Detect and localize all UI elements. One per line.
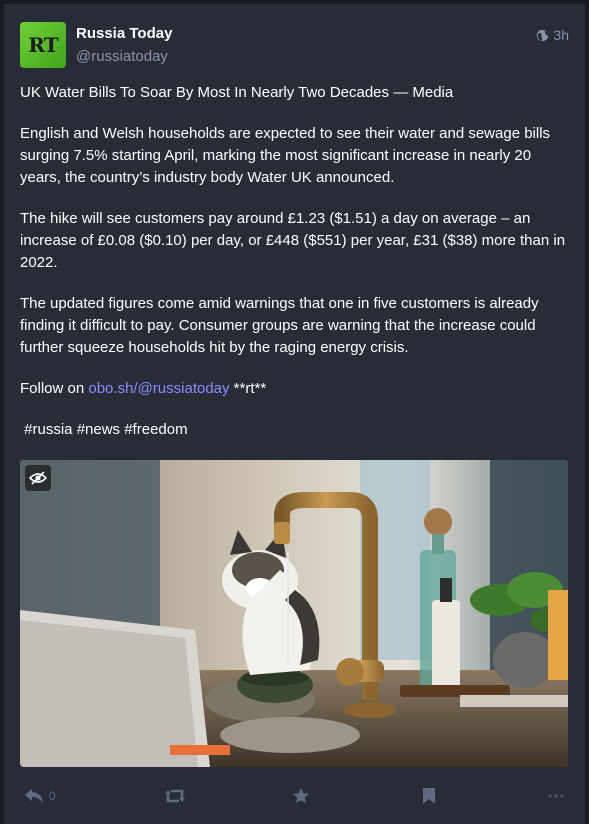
avatar[interactable]: RT (20, 22, 66, 68)
status-time[interactable]: 3h (553, 27, 569, 43)
display-name[interactable]: Russia Today (76, 25, 172, 42)
reply-button[interactable]: 0 (24, 784, 56, 808)
media-image[interactable] (20, 460, 568, 767)
cat-drinking-from-tap-photo (20, 460, 568, 767)
status-card[interactable]: RT Russia Today @russiatoday 3h UK Water… (4, 4, 585, 824)
status-title: UK Water Bills To Soar By Most In Nearly… (20, 84, 454, 101)
eye-slash-icon (29, 471, 47, 485)
favourite-button[interactable] (292, 784, 310, 808)
more-options-button[interactable] (548, 784, 564, 808)
avatar-logo-text: RT (28, 33, 58, 57)
follow-link[interactable]: obo.sh/@russiatoday (88, 380, 229, 397)
follow-line: Follow on obo.sh/@russiatoday **rt** (20, 378, 570, 400)
follow-prefix: Follow on (20, 380, 89, 397)
hide-media-button[interactable] (25, 465, 51, 491)
hashtags[interactable]: #russia #news #freedom (20, 419, 570, 441)
account-handle[interactable]: @russiatoday (76, 48, 168, 65)
boost-button[interactable] (164, 784, 186, 808)
bookmark-icon (423, 788, 435, 804)
status-action-bar: 0 (20, 784, 570, 808)
status-paragraph: The hike will see customers pay around £… (20, 210, 566, 271)
reply-count: 0 (49, 789, 56, 803)
status-paragraph: English and Welsh households are expecte… (20, 125, 551, 186)
status-meta[interactable]: 3h (536, 27, 569, 43)
bookmark-button[interactable] (422, 784, 436, 808)
star-icon (293, 788, 309, 804)
ellipsis-icon (548, 794, 564, 798)
globe-icon (537, 29, 549, 41)
retweet-icon (165, 789, 185, 803)
reply-icon (25, 789, 43, 803)
status-content: UK Water Bills To Soar By Most In Nearly… (20, 82, 570, 460)
follow-suffix: **rt** (229, 380, 267, 397)
status-paragraph: The updated figures come amid warnings t… (20, 295, 539, 356)
